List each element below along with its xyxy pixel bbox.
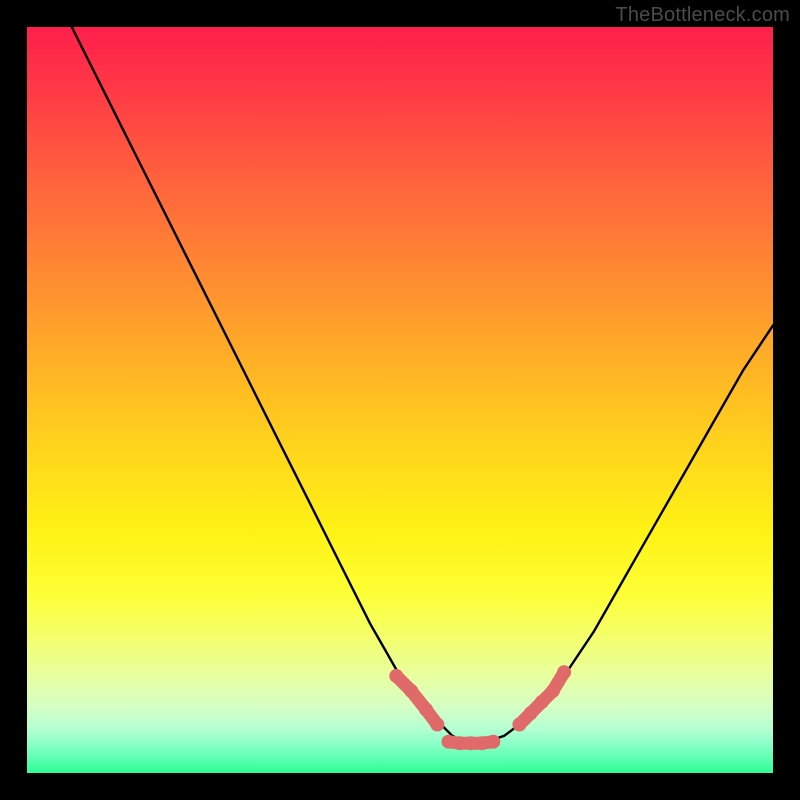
highlight-segment xyxy=(426,710,437,725)
watermark-text: TheBottleneck.com xyxy=(615,4,790,27)
chart-plot-area xyxy=(27,27,773,773)
highlight-segment xyxy=(553,672,564,691)
chart-svg xyxy=(27,27,773,773)
highlight-segment xyxy=(482,742,493,744)
chart-frame: TheBottleneck.com xyxy=(0,0,800,800)
bottleneck-curve xyxy=(72,27,773,743)
